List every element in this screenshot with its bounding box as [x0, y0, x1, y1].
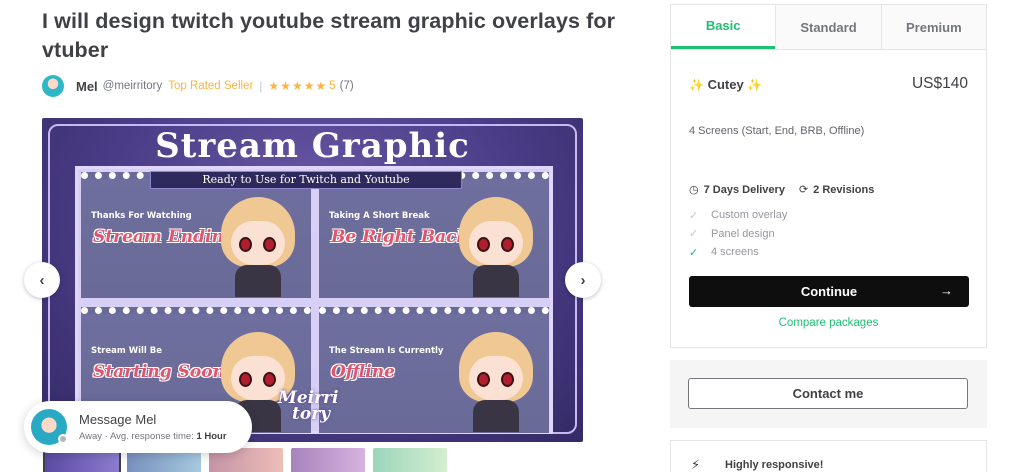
rating-stars-icon: ★★★★★	[268, 79, 328, 93]
panel-caption: Stream Will Be	[91, 346, 163, 356]
chibi-character	[455, 332, 537, 432]
gallery-next-button[interactable]: ›	[565, 262, 601, 298]
chevron-left-icon: ‹	[39, 271, 45, 289]
divider: |	[259, 79, 263, 93]
feature-item: ✓ Panel design	[689, 225, 787, 244]
response-label: Avg. response time:	[110, 431, 194, 442]
panel-caption: Taking A Short Break	[329, 211, 430, 221]
seller-avatar[interactable]	[42, 75, 64, 97]
revisions: ⟳ 2 Revisions	[799, 183, 874, 196]
image-ribbon: Ready to Use for Twitch and Youtube	[150, 171, 462, 189]
feature-item: ✓ 4 screens	[689, 243, 787, 262]
refresh-icon: ⟳	[798, 184, 809, 196]
panel-script-title: Starting Soon	[93, 362, 225, 382]
tab-standard[interactable]: Standard	[775, 5, 881, 49]
chibi-character	[455, 197, 537, 297]
delivery-text: 7 Days Delivery	[703, 184, 785, 196]
package-card: Basic Standard Premium ✨ Cutey ✨ US$140 …	[670, 4, 987, 348]
feature-label: Custom overlay	[711, 209, 788, 222]
logo-line-2: tory	[292, 404, 331, 424]
lightning-icon: ⚡	[691, 457, 701, 472]
revisions-text: 2 Revisions	[813, 184, 875, 196]
feature-label: Panel design	[711, 227, 775, 240]
sparkle-icon: ✨	[689, 77, 704, 92]
contact-section: Contact me	[670, 360, 987, 428]
gallery-prev-button[interactable]: ‹	[24, 262, 60, 298]
package-title: Cutey	[707, 76, 744, 92]
panel-script-title: Stream Ending	[93, 227, 236, 247]
package-header: ✨ Cutey ✨ US$140	[689, 75, 968, 93]
panel-script-title: Offline	[331, 362, 395, 382]
feature-item: ✓ Custom overlay	[689, 206, 787, 225]
message-status: Away · Avg. response time: 1 Hour	[79, 431, 227, 442]
panel-script-title: Be Right Back	[331, 227, 469, 247]
away-status-dot	[58, 434, 68, 444]
sparkle-icon: ✨	[747, 77, 763, 92]
clock-icon: ◷	[689, 184, 699, 196]
seller-overview: Mel @meirritory Top Rated Seller | ★★★★★…	[42, 74, 354, 98]
chevron-right-icon: ›	[580, 271, 586, 289]
image-panel-ending: Thanks For Watching Stream Ending	[81, 172, 311, 298]
message-avatar	[31, 409, 68, 445]
message-title: Message Mel	[79, 412, 157, 427]
package-name: ✨ Cutey ✨	[689, 77, 762, 92]
seller-name[interactable]: Mel	[76, 79, 98, 94]
continue-label: Continue	[800, 284, 858, 299]
review-count[interactable]: (7)	[340, 80, 354, 92]
check-icon: ✓	[689, 228, 699, 241]
status-dot: ·	[104, 431, 108, 442]
thumbnail[interactable]	[373, 448, 447, 472]
highly-responsive-card: ⚡ Highly responsive!	[670, 440, 987, 472]
status-text: Away	[79, 431, 103, 442]
image-panel-offline: The Stream Is Currently Offline	[319, 307, 549, 433]
chibi-character	[217, 197, 299, 297]
feature-list: ✓ Custom overlay ✓ Panel design ✓ 4 screens	[689, 206, 787, 262]
package-price: US$140	[911, 75, 968, 92]
rating-score: 5	[329, 80, 336, 92]
feature-label: 4 screens	[711, 246, 759, 259]
response-value: 1 Hour	[196, 431, 227, 442]
arrow-right-icon: →	[940, 283, 953, 298]
tab-basic[interactable]: Basic	[671, 5, 776, 49]
tab-premium[interactable]: Premium	[880, 5, 986, 49]
thumbnail[interactable]	[291, 448, 365, 472]
package-tabs: Basic Standard Premium	[671, 5, 986, 50]
image-panel-brb: Taking A Short Break Be Right Back	[319, 172, 549, 298]
panel-caption: Thanks For Watching	[91, 211, 192, 221]
package-meta: ◷ 7 Days Delivery ⟳ 2 Revisions	[689, 183, 874, 196]
package-description: 4 Screens (Start, End, BRB, Offline)	[689, 125, 865, 137]
gig-title: I will design twitch youtube stream grap…	[42, 9, 616, 62]
image-title: Stream Graphic	[155, 126, 470, 166]
message-seller-bubble[interactable]: Message Mel Away · Avg. response time: 1…	[24, 401, 252, 453]
panel-caption: The Stream Is Currently	[329, 346, 444, 356]
delivery-time: ◷ 7 Days Delivery	[689, 183, 785, 196]
contact-me-button[interactable]: Contact me	[688, 378, 968, 409]
continue-button[interactable]: Continue →	[689, 276, 969, 307]
top-rated-badge: Top Rated Seller	[168, 80, 254, 92]
image-logo: Meirri tory	[278, 390, 338, 424]
check-icon: ✓	[689, 209, 699, 222]
gallery-main-image[interactable]: Thanks For Watching Stream Ending Taking…	[42, 118, 583, 442]
responsive-label: Highly responsive!	[725, 459, 824, 471]
compare-packages-link[interactable]: Compare packages	[671, 317, 986, 329]
seller-handle: @meirritory	[102, 80, 163, 92]
check-icon: ✓	[689, 246, 699, 259]
